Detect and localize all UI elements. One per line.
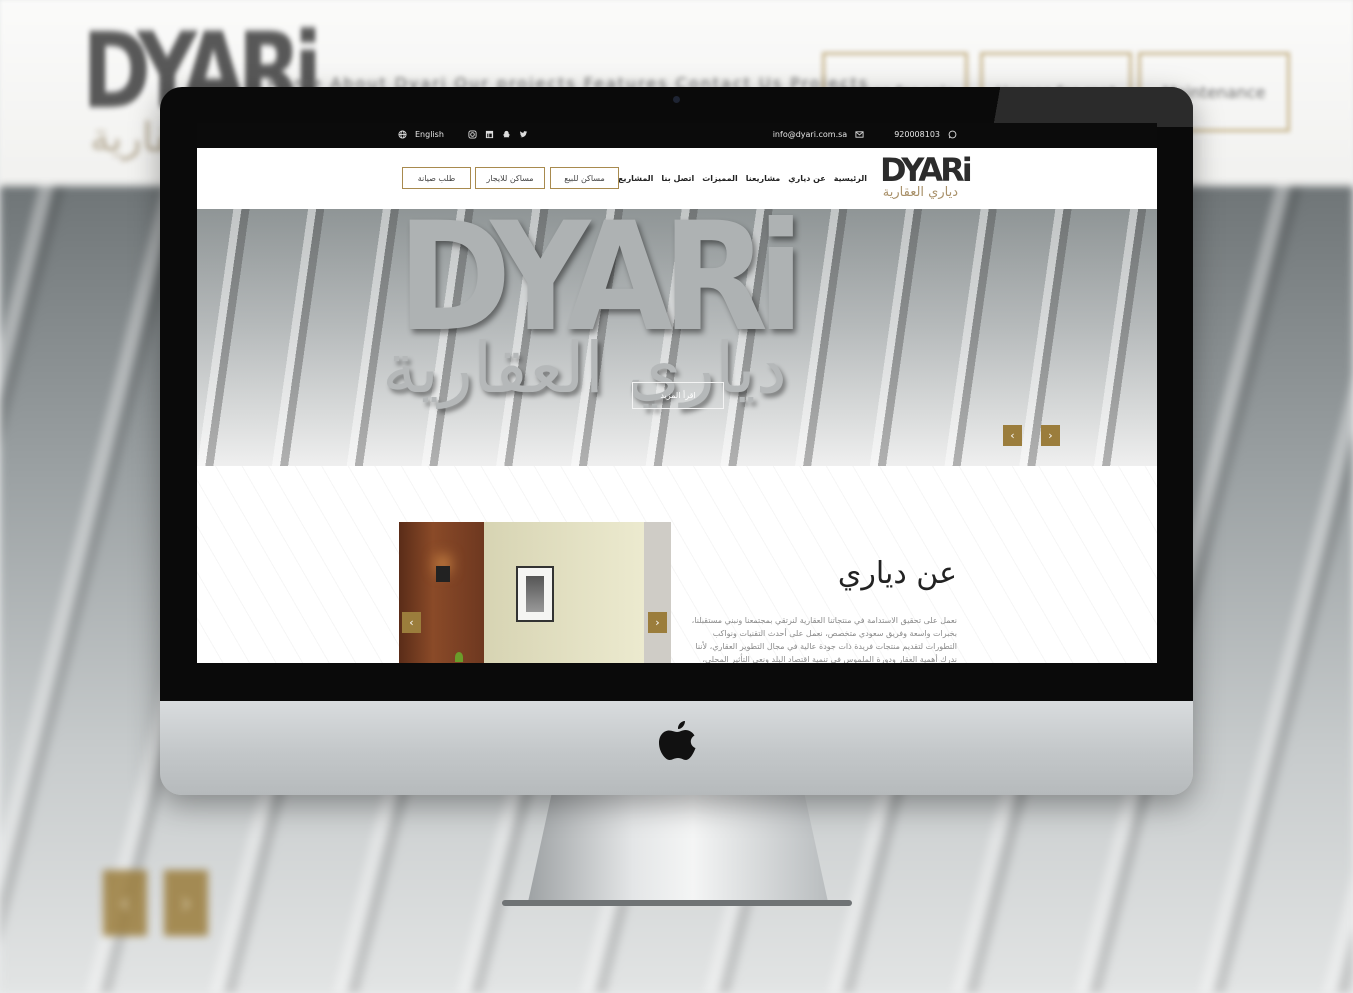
bezel-gloss <box>973 87 1193 127</box>
language-link[interactable]: English <box>415 130 444 139</box>
homes-for-rent-button[interactable]: مساكن للايجار <box>475 167 545 189</box>
top-bar-right: info@dyari.com.sa 920008103 <box>773 130 957 139</box>
imac-bezel: English info@dyari.com.sa 920008103 DYAR… <box>160 87 1193 701</box>
main-nav: الرئيسية عن دياري مشاريعنا المميزات اتصل… <box>618 174 867 183</box>
globe-icon <box>398 130 407 139</box>
hero-prev-button[interactable]: ‹ <box>1003 425 1022 446</box>
site-header: DYARi دياري العقارية الرئيسية عن دياري م… <box>197 148 1157 209</box>
image-next-button[interactable]: › <box>648 612 667 633</box>
homes-for-sale-button[interactable]: مساكن للبيع <box>550 167 619 189</box>
linkedin-icon[interactable] <box>485 130 494 139</box>
hero-slider: DYARi دياري العقارية اقرأ المزيد ‹ › <box>197 209 1157 466</box>
wall-edge <box>644 522 671 663</box>
plant <box>455 652 463 662</box>
camera-icon <box>673 96 680 103</box>
top-bar: English info@dyari.com.sa 920008103 <box>197 123 1157 148</box>
nav-item-about[interactable]: عن دياري <box>788 174 826 183</box>
about-image-slider: ‹ › <box>399 522 671 663</box>
snapchat-icon[interactable] <box>502 130 511 139</box>
hero-next-button[interactable]: › <box>1041 425 1060 446</box>
wood-panel <box>399 522 484 663</box>
backdrop-next-arrow: › <box>164 870 208 936</box>
whatsapp-icon <box>948 130 957 139</box>
about-title: عن دياري <box>837 556 957 591</box>
site-logo[interactable]: DYARi دياري العقارية <box>880 151 973 200</box>
nav-item-projects[interactable]: المشاريع <box>618 174 653 183</box>
about-section: ‹ › عن دياري نعمل على تحقيق الاستدامة في… <box>197 466 1157 663</box>
image-prev-button[interactable]: ‹ <box>402 612 421 633</box>
chevron-left-icon: ‹ <box>1010 429 1015 442</box>
wall <box>484 522 644 663</box>
logo-wordmark: DYARi <box>880 151 973 189</box>
horse-artwork <box>516 566 554 622</box>
top-bar-left: English <box>398 130 528 139</box>
wall-lamp <box>436 566 450 582</box>
chevron-right-icon: › <box>1048 429 1053 442</box>
envelope-icon <box>855 131 864 138</box>
email-link[interactable]: info@dyari.com.sa <box>773 130 847 139</box>
read-more-button[interactable]: اقرأ المزيد <box>632 382 724 409</box>
backdrop-prev-arrow: ‹ <box>103 870 147 936</box>
imac-stand <box>528 792 828 902</box>
imac-stand-base <box>502 900 852 906</box>
chevron-left-icon: ‹ <box>409 616 414 629</box>
nav-item-our-projects[interactable]: مشاريعنا <box>746 174 781 183</box>
nav-item-contact[interactable]: اتصل بنا <box>661 174 694 183</box>
hero-logo-arabic: دياري العقارية <box>382 327 787 409</box>
imac-mockup: English info@dyari.com.sa 920008103 DYAR… <box>160 87 1193 795</box>
about-text: نعمل على تحقيق الاستدامة في منتجاتنا الع… <box>691 616 957 663</box>
apple-logo-icon <box>659 721 696 760</box>
logo-arabic: دياري العقارية <box>882 185 958 200</box>
nav-item-home[interactable]: الرئيسية <box>834 174 867 183</box>
nav-item-features[interactable]: المميزات <box>702 174 738 183</box>
instagram-icon[interactable] <box>468 130 477 139</box>
chevron-right-icon: › <box>655 616 660 629</box>
website-screen: English info@dyari.com.sa 920008103 DYAR… <box>197 123 1157 663</box>
twitter-icon[interactable] <box>519 130 528 139</box>
phone-link[interactable]: 920008103 <box>894 130 940 139</box>
artwork-figure <box>526 576 544 612</box>
maintenance-request-button[interactable]: طلب صيانة <box>402 167 471 189</box>
